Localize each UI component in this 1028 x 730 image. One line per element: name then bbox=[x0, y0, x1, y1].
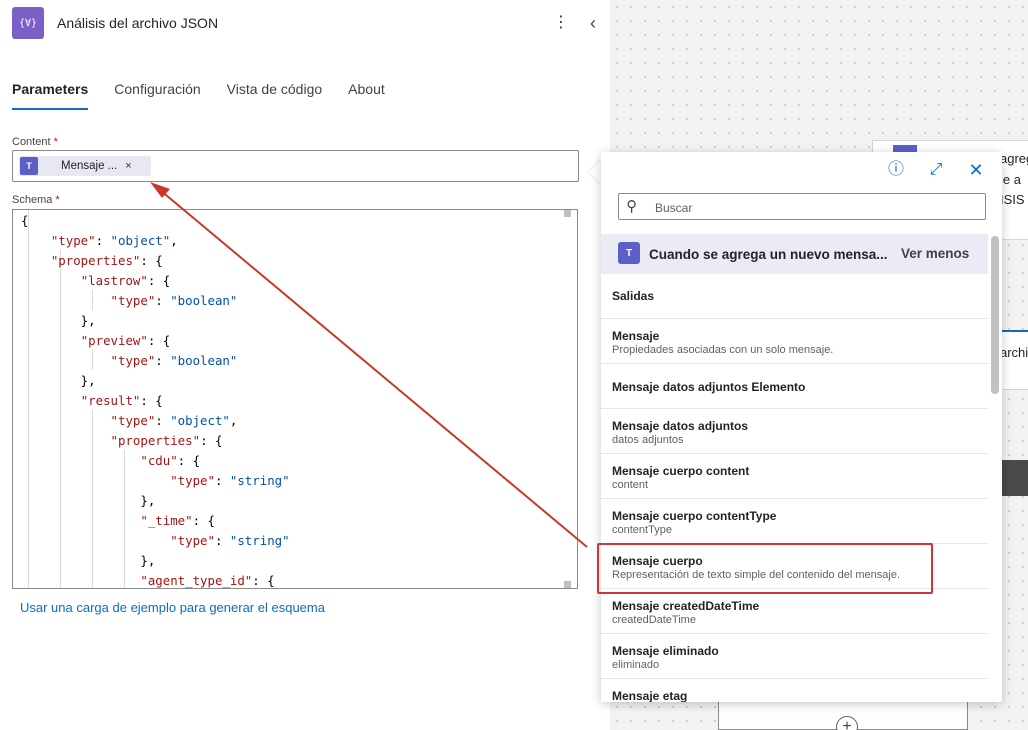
item-title: Mensaje datos adjuntos Elemento bbox=[612, 380, 806, 394]
item-title: Mensaje bbox=[612, 329, 660, 343]
canvas-text: archi bbox=[1000, 345, 1028, 360]
trigger-group-header: T Cuando se agrega un nuevo mensa... Ver… bbox=[601, 234, 988, 274]
list-item[interactable]: Mensaje etag bbox=[601, 679, 988, 702]
canvas-text: ISIS bbox=[1000, 192, 1025, 207]
required-mark: * bbox=[53, 136, 58, 148]
expand-icon[interactable]: ⤢ bbox=[926, 160, 946, 180]
tab-parameters[interactable]: Parameters bbox=[12, 80, 89, 110]
item-desc: eliminado bbox=[612, 659, 660, 671]
token-label: Mensaje ... bbox=[61, 160, 118, 172]
item-title: Salidas bbox=[612, 289, 655, 303]
dynamic-content-popup: ⓘ ⤢ ✕ ⚲ Buscar T Cuando se agrega un nue… bbox=[601, 152, 1002, 702]
list-item[interactable]: Mensaje cuerpo content content bbox=[601, 454, 988, 499]
scrollbar-up[interactable] bbox=[564, 210, 571, 217]
item-title: Mensaje cuerpo contentType bbox=[612, 509, 777, 523]
tab-configuracion[interactable]: Configuración bbox=[114, 80, 200, 110]
schema-code: { "type": "object", "properties": { "las… bbox=[21, 213, 290, 588]
list-item[interactable]: Mensaje eliminado eliminado bbox=[601, 634, 988, 679]
action-title[interactable]: Análisis del archivo JSON bbox=[57, 15, 218, 31]
list-item[interactable]: Mensaje createdDateTime createdDateTime bbox=[601, 589, 988, 634]
item-title: Mensaje etag bbox=[612, 689, 688, 702]
list-item[interactable]: Mensaje datos adjuntos Elemento bbox=[601, 364, 988, 409]
item-desc: Propiedades asociadas con un solo mensaj… bbox=[612, 344, 834, 356]
teams-icon: T bbox=[618, 242, 640, 264]
close-icon[interactable]: ✕ bbox=[966, 160, 986, 180]
schema-label: Schema * bbox=[12, 194, 60, 206]
remove-token-icon[interactable]: × bbox=[125, 160, 131, 172]
item-desc: datos adjuntos bbox=[612, 434, 684, 446]
list-scrollbar-thumb[interactable] bbox=[991, 236, 999, 394]
highlight-box bbox=[597, 543, 933, 594]
content-label-text: Content bbox=[12, 136, 51, 148]
list-section-header: Salidas bbox=[601, 274, 988, 319]
tab-bar: Parameters Configuración Vista de código… bbox=[12, 80, 411, 110]
dynamic-content-token[interactable]: T Mensaje ... × bbox=[19, 156, 151, 176]
tab-vista-de-codigo[interactable]: Vista de código bbox=[227, 80, 322, 110]
item-desc: contentType bbox=[612, 524, 672, 536]
data-operation-icon: {∀} bbox=[12, 7, 44, 39]
tab-about[interactable]: About bbox=[348, 80, 385, 110]
trigger-title: Cuando se agrega un nuevo mensa... bbox=[649, 247, 888, 262]
content-label: Content * bbox=[12, 136, 58, 148]
item-desc: content bbox=[612, 479, 649, 491]
see-less-button[interactable]: Ver menos bbox=[901, 246, 969, 261]
list-item[interactable]: Mensaje cuerpo contentType contentType bbox=[601, 499, 988, 544]
teams-icon: T bbox=[20, 157, 38, 175]
generate-schema-link[interactable]: Usar una carga de ejemplo para generar e… bbox=[20, 600, 325, 615]
popup-pointer bbox=[589, 160, 601, 184]
canvas-text: je a bbox=[1000, 172, 1021, 187]
item-desc: createdDateTime bbox=[612, 614, 696, 626]
scrollbar-down[interactable] bbox=[564, 581, 571, 588]
dynamic-content-list: T Cuando se agrega un nuevo mensa... Ver… bbox=[601, 234, 988, 702]
schema-label-text: Schema bbox=[12, 194, 53, 206]
item-title: Mensaje createdDateTime bbox=[612, 599, 760, 613]
info-icon[interactable]: ⓘ bbox=[886, 160, 906, 180]
required-mark: * bbox=[55, 194, 60, 206]
item-title: Mensaje eliminado bbox=[612, 644, 719, 658]
item-title: Mensaje cuerpo content bbox=[612, 464, 750, 478]
search-icon: ⚲ bbox=[626, 198, 637, 215]
canvas-text: agreg bbox=[1000, 151, 1028, 166]
search-input[interactable]: ⚲ Buscar bbox=[618, 193, 986, 220]
more-options-icon[interactable]: ⋮ bbox=[553, 12, 569, 34]
action-config-panel: {∀} Análisis del archivo JSON ⋮ ‹ Parame… bbox=[0, 0, 610, 730]
schema-editor[interactable]: { "type": "object", "properties": { "las… bbox=[12, 209, 578, 589]
list-item[interactable]: Mensaje datos adjuntos datos adjuntos bbox=[601, 409, 988, 454]
item-title: Mensaje datos adjuntos bbox=[612, 419, 749, 433]
collapse-panel-icon[interactable]: ‹ bbox=[584, 12, 602, 34]
search-placeholder: Buscar bbox=[655, 201, 693, 215]
content-input[interactable]: T Mensaje ... × bbox=[12, 150, 579, 182]
list-item[interactable]: Mensaje Propiedades asociadas con un sol… bbox=[601, 319, 988, 364]
